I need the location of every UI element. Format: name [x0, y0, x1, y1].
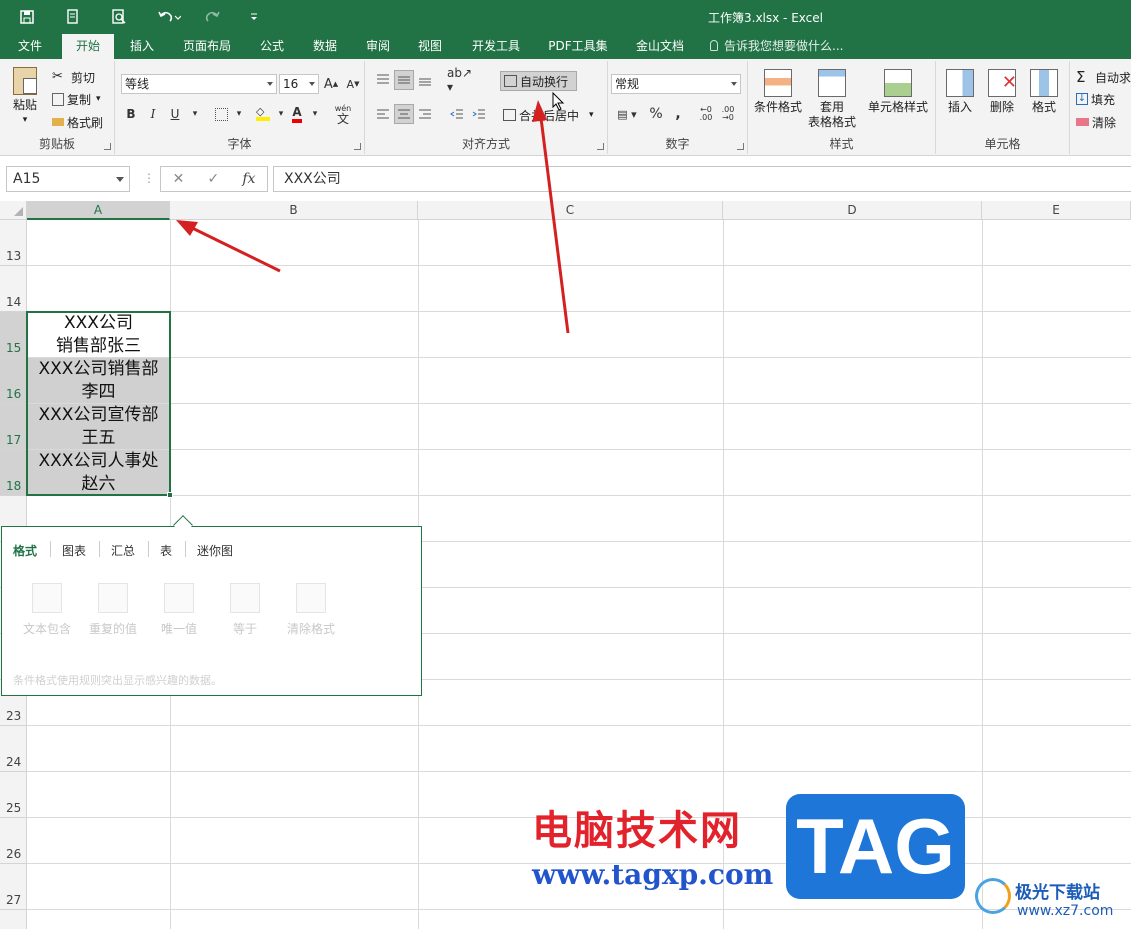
watermark-site: 极光下载站 — [1015, 883, 1100, 903]
excel-window: { "window": { "title": "工作簿3.xlsx - Exce… — [0, 0, 1131, 929]
mouse-cursor-icon — [552, 92, 565, 111]
watermark-title: 电脑技术网 — [532, 808, 742, 854]
watermark-tag-logo: TAG — [786, 794, 965, 899]
watermark-url: www.tagxp.com — [532, 858, 774, 891]
watermark-site-url: www.xz7.com — [1017, 903, 1114, 919]
site-logo-icon — [975, 878, 1011, 914]
annotation-arrows — [176, 100, 570, 334]
